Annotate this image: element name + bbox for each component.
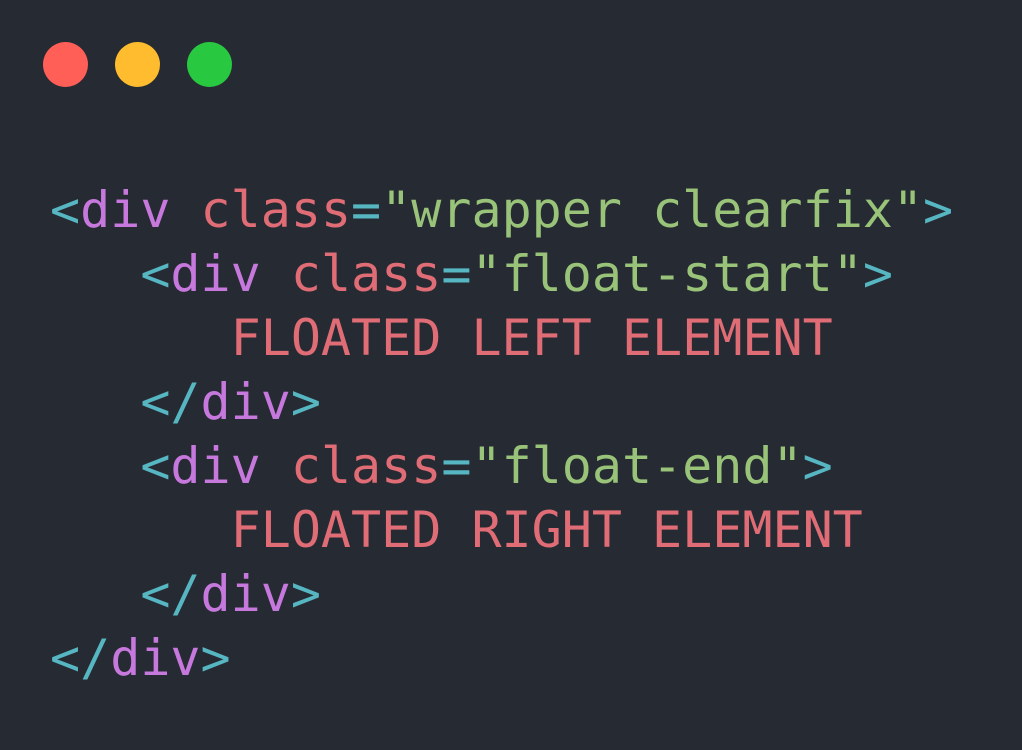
code-punctuation: > xyxy=(923,181,954,239)
code-line: <div class="float-start"> xyxy=(50,242,953,306)
code-tag-name: div xyxy=(200,373,291,431)
code-tag-name: div xyxy=(110,629,201,687)
code-punctuation: < xyxy=(50,181,81,239)
code-line: </div> xyxy=(50,562,953,626)
code-line: </div> xyxy=(50,626,953,690)
code-line: FLOATED LEFT ELEMENT xyxy=(50,306,953,370)
zoom-button[interactable] xyxy=(187,42,232,87)
code-text-content: FLOATED LEFT ELEMENT xyxy=(230,309,833,367)
code-punctuation: > xyxy=(290,565,321,623)
code-attribute-value: "wrapper clearfix" xyxy=(381,181,924,239)
code-text-content: FLOATED RIGHT ELEMENT xyxy=(230,501,863,559)
code-line: FLOATED RIGHT ELEMENT xyxy=(50,498,953,562)
code-attribute-name: class xyxy=(200,181,352,239)
code-tag-name: div xyxy=(170,245,261,303)
code-attribute-name: class xyxy=(290,245,442,303)
code-line: </div> xyxy=(50,370,953,434)
code-tag-name: div xyxy=(200,565,291,623)
code-line: <div class="float-end"> xyxy=(50,434,953,498)
code-line: <div class="wrapper clearfix"> xyxy=(50,178,953,242)
minimize-button[interactable] xyxy=(115,42,160,87)
code-punctuation: > xyxy=(290,373,321,431)
code-punctuation: </ xyxy=(140,565,201,623)
code-punctuation: > xyxy=(802,437,833,495)
code-tag-name: div xyxy=(80,181,171,239)
code-punctuation: </ xyxy=(50,629,111,687)
code-tag-name: div xyxy=(170,437,261,495)
code-punctuation: = xyxy=(441,245,472,303)
code-snippet-window: <div class="wrapper clearfix"> <div clas… xyxy=(0,0,1022,750)
window-controls xyxy=(43,42,232,87)
close-button[interactable] xyxy=(43,42,88,87)
code-attribute-name: class xyxy=(290,437,442,495)
code-block: <div class="wrapper clearfix"> <div clas… xyxy=(50,178,953,690)
code-punctuation: < xyxy=(140,245,171,303)
code-punctuation: < xyxy=(140,437,171,495)
code-punctuation: > xyxy=(200,629,231,687)
code-punctuation: </ xyxy=(140,373,201,431)
code-attribute-value: "float-start" xyxy=(471,245,863,303)
code-attribute-value: "float-end" xyxy=(471,437,803,495)
code-punctuation: = xyxy=(351,181,382,239)
code-punctuation: = xyxy=(441,437,472,495)
code-punctuation: > xyxy=(862,245,893,303)
